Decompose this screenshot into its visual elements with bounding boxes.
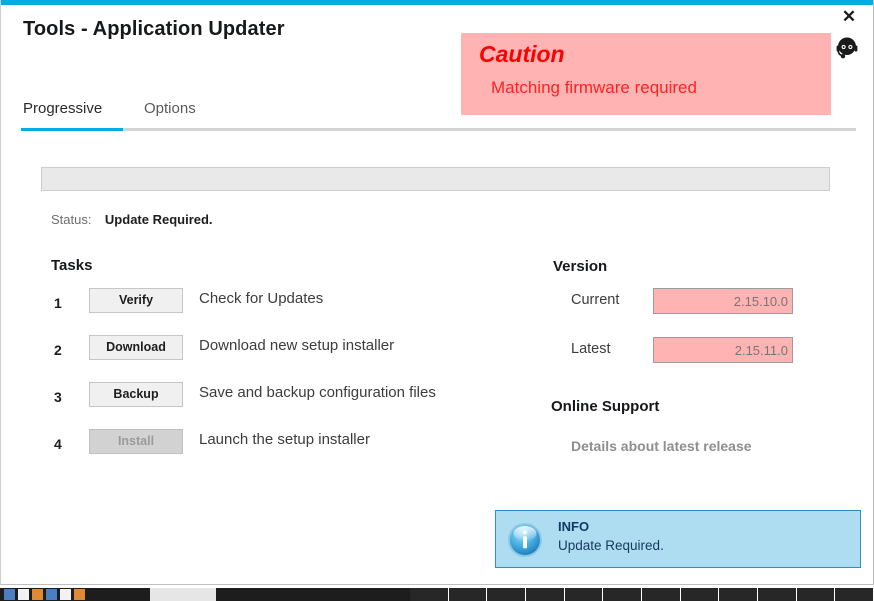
taskbar-cell[interactable]: [526, 588, 565, 601]
current-version-field[interactable]: [653, 288, 793, 314]
task-description: Download new setup installer: [199, 337, 395, 354]
latest-release-details-link[interactable]: Details about latest release: [571, 438, 752, 454]
taskbar-cell[interactable]: [796, 588, 836, 601]
tasks-heading: Tasks: [51, 257, 93, 274]
current-version-label: Current: [571, 292, 620, 308]
task-description: Check for Updates: [199, 290, 324, 307]
task-index: 1: [54, 295, 62, 311]
status-value: Update Required.: [104, 212, 213, 227]
task-index: 3: [54, 389, 62, 405]
info-title: INFO: [558, 519, 590, 534]
version-row-current: Current: [553, 288, 853, 318]
progress-bar: [41, 167, 830, 191]
version-row-latest: Latest: [553, 337, 853, 367]
task-row: 1 Verify Check for Updates: [1, 285, 521, 332]
taskbar-icon-group[interactable]: [4, 588, 85, 601]
taskbar-icon[interactable]: [18, 589, 29, 600]
taskbar: [0, 588, 874, 601]
verify-button[interactable]: Verify: [89, 288, 183, 313]
headset-support-icon[interactable]: [833, 34, 861, 62]
page-title: Tools - Application Updater: [23, 18, 285, 40]
info-box: INFO Update Required.: [495, 510, 861, 568]
taskbar-active-app[interactable]: [150, 588, 216, 601]
taskbar-cells: [410, 588, 874, 601]
taskbar-cell[interactable]: [719, 588, 759, 601]
application-window: Tools - Application Updater ✕ Caution Ma…: [0, 0, 874, 585]
task-row: 2 Download Download new setup installer: [1, 332, 521, 379]
tab-baseline: [21, 128, 856, 131]
task-description: Launch the setup installer: [199, 431, 370, 448]
taskbar-icon[interactable]: [4, 589, 15, 600]
backup-button[interactable]: Backup: [89, 382, 183, 407]
tasks-list: 1 Verify Check for Updates 2 Download Do…: [1, 285, 521, 473]
taskbar-cell[interactable]: [487, 588, 527, 601]
taskbar-cell[interactable]: [758, 588, 797, 601]
taskbar-cell[interactable]: [564, 588, 604, 601]
status-label: Status:: [51, 212, 92, 227]
tab-strip: Progressive Options: [1, 100, 873, 132]
taskbar-cell[interactable]: [835, 588, 874, 601]
task-index: 2: [54, 342, 62, 358]
version-heading: Version: [553, 258, 608, 275]
taskbar-cell[interactable]: [448, 588, 488, 601]
taskbar-cell[interactable]: [603, 588, 643, 601]
status-row: Status: Update Required.: [51, 211, 213, 229]
taskbar-icon[interactable]: [74, 589, 85, 600]
taskbar-icon[interactable]: [60, 589, 71, 600]
info-circle-icon: [507, 522, 543, 558]
taskbar-icon[interactable]: [46, 589, 57, 600]
info-message: Update Required.: [558, 538, 664, 553]
tab-options[interactable]: Options: [144, 100, 196, 129]
download-button[interactable]: Download: [89, 335, 183, 360]
tab-progressive[interactable]: Progressive: [23, 100, 102, 129]
taskbar-icon[interactable]: [32, 589, 43, 600]
window-accent-bar: [1, 0, 873, 5]
task-description: Save and backup configuration files: [199, 384, 436, 401]
taskbar-cell[interactable]: [410, 588, 449, 601]
task-index: 4: [54, 436, 62, 452]
caution-message: Matching firmware required: [491, 78, 697, 97]
taskbar-cell[interactable]: [680, 588, 720, 601]
task-row: 4 Install Launch the setup installer: [1, 426, 521, 473]
tab-active-indicator: [21, 128, 123, 131]
install-button: Install: [89, 429, 183, 454]
latest-version-field[interactable]: [653, 337, 793, 363]
taskbar-cell[interactable]: [642, 588, 681, 601]
close-button[interactable]: ✕: [837, 6, 861, 28]
online-support-heading: Online Support: [551, 398, 660, 415]
latest-version-label: Latest: [571, 341, 611, 357]
caution-title: Caution: [479, 41, 565, 67]
task-row: 3 Backup Save and backup configuration f…: [1, 379, 521, 426]
